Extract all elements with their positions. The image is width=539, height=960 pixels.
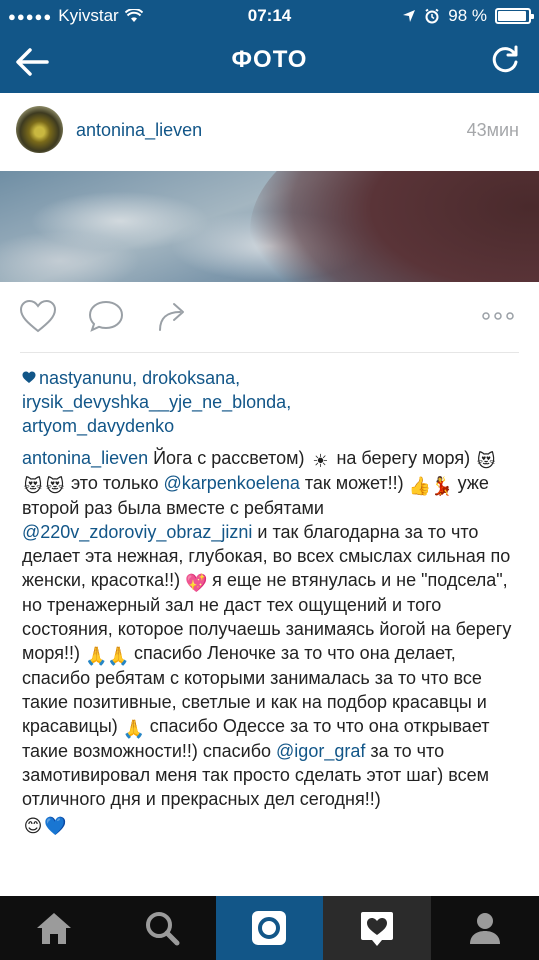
camera-icon (252, 911, 287, 945)
refresh-button[interactable] (489, 44, 525, 80)
location-arrow-icon (403, 10, 416, 22)
like-button[interactable] (18, 298, 58, 334)
liker-name[interactable]: drokoksana (142, 368, 235, 388)
dancer-icon: 💃 (430, 476, 454, 496)
nav-header: ФОТО (0, 32, 539, 93)
share-button[interactable] (154, 298, 194, 334)
top-bar: ●●●●● Kyivstar 07:14 98 % ФОТО (0, 0, 539, 93)
activity-heart-icon (361, 912, 394, 946)
nav-camera[interactable] (215, 896, 324, 960)
comment-button[interactable] (86, 298, 126, 334)
avatar[interactable] (16, 106, 63, 153)
post-photo[interactable] (0, 171, 539, 282)
profile-icon (470, 913, 501, 944)
smiling-face-icon: 😊 (23, 816, 43, 836)
liker-name[interactable]: artyom_davydenko (22, 416, 174, 436)
bottom-nav (0, 896, 539, 960)
sun-icon: ☀ (312, 451, 329, 471)
liker-name[interactable]: irysik_devyshka__yje_ne_blonda (22, 392, 286, 412)
post-caption: antonina_lieven Йога с рассветом) ☀ на б… (22, 446, 519, 836)
mention-link[interactable]: @220v_zdoroviy_obraz_jizni (22, 522, 252, 542)
caption-text: Йога с рассветом) (148, 448, 310, 468)
page-title: ФОТО (231, 46, 308, 73)
post-header: antonina_lieven 43мин (0, 93, 539, 171)
caption-text: это только (66, 473, 164, 493)
heart-eyes-cat-icon: 😻 (45, 476, 65, 496)
praying-hands-icon: 🙏 (84, 646, 108, 666)
post-timestamp: 43мин (466, 120, 519, 140)
comment-bubble-icon (88, 300, 124, 332)
search-icon (145, 912, 180, 946)
mention-link[interactable]: @igor_graf (276, 741, 365, 761)
mention-link[interactable]: @karpenkoelena (163, 473, 299, 493)
home-icon (36, 913, 71, 944)
alarm-icon (425, 8, 439, 24)
sparkling-heart-icon: 💖 (185, 573, 208, 593)
nav-activity[interactable] (323, 896, 432, 960)
refresh-icon (492, 45, 518, 73)
divider (20, 352, 519, 353)
share-arrow-icon (159, 303, 184, 331)
heart-filled-icon (22, 371, 36, 383)
caption-author[interactable]: antonina_lieven (22, 448, 148, 468)
post-username[interactable]: antonina_lieven (76, 120, 202, 141)
praying-hands-icon: 🙏 (106, 646, 130, 666)
caption-text: так может!!) (299, 473, 409, 493)
blue-heart-icon: 💙 (44, 816, 67, 836)
more-options-button[interactable] (480, 298, 520, 334)
status-bar: ●●●●● Kyivstar 07:14 98 % (0, 0, 539, 32)
heart-eyes-cat-icon: 😻 (23, 476, 43, 496)
nav-home[interactable] (0, 896, 108, 960)
likes-list: nastyanunu, drokoksana, irysik_devyshka__… (22, 368, 292, 436)
praying-hands-icon: 🙏 (122, 719, 146, 739)
thumbs-up-icon: 👍 (408, 476, 432, 496)
nav-profile[interactable] (431, 896, 539, 960)
battery-percent: 98 % (448, 6, 487, 25)
nav-search[interactable] (108, 896, 216, 960)
battery-icon (495, 8, 534, 24)
heart-eyes-cat-icon: 😻 (476, 451, 496, 471)
liker-name[interactable]: nastyanunu (39, 368, 132, 388)
caption-text: на берегу моря) (331, 448, 476, 468)
heart-outline-icon (19, 299, 57, 333)
post-actions (0, 282, 539, 350)
more-dots-icon (482, 312, 514, 320)
